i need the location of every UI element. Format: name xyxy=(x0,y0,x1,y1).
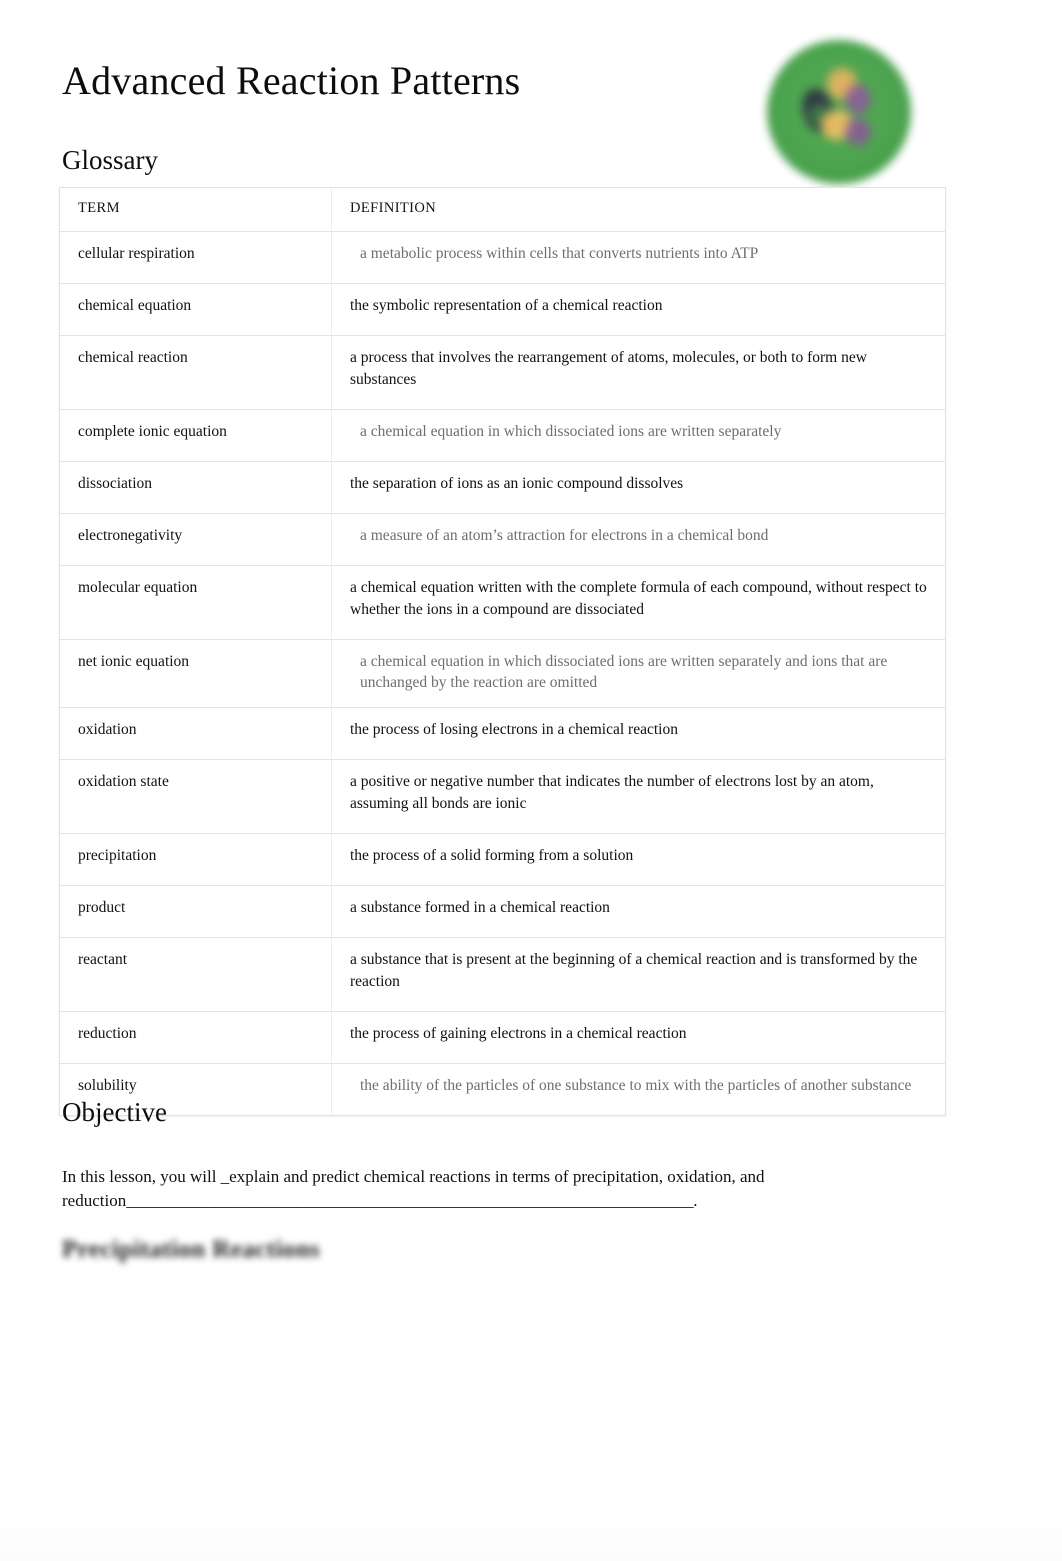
term-cell: precipitation xyxy=(60,833,332,886)
definition-cell: the symbolic representation of a chemica… xyxy=(332,283,945,336)
table-row: precipitation the process of a solid for… xyxy=(60,833,945,886)
precipitation-reactions-heading: Precipitation Reactions xyxy=(62,1236,321,1263)
definition-cell: the process of losing electrons in a che… xyxy=(332,707,945,760)
table-row: oxidation the process of losing electron… xyxy=(60,707,945,760)
definition-cell: a chemical equation in which dissociated… xyxy=(332,409,945,462)
objective-heading: Objective xyxy=(62,1097,167,1127)
table-row: product a substance formed in a chemical… xyxy=(60,885,945,938)
table-row: complete ionic equation a chemical equat… xyxy=(60,409,945,462)
glossary-table-container: TERM DEFINITION cellular respiration a m… xyxy=(60,188,945,1115)
term-cell: molecular equation xyxy=(60,565,332,640)
objective-lead-text: In this lesson, you will xyxy=(62,1167,221,1186)
term-cell: oxidation xyxy=(60,707,332,760)
definition-cell: the separation of ions as an ionic compo… xyxy=(332,461,945,514)
term-cell: reactant xyxy=(60,937,332,1012)
table-header-row: TERM DEFINITION xyxy=(60,188,945,232)
page-title: Advanced Reaction Patterns xyxy=(62,58,521,103)
logo-shape-purple-bottom xyxy=(845,118,871,146)
definition-cell: a substance formed in a chemical reactio… xyxy=(332,885,945,938)
glossary-table: TERM DEFINITION cellular respiration a m… xyxy=(60,188,945,1115)
table-row: solubility the ability of the particles … xyxy=(60,1063,945,1115)
term-cell: chemical reaction xyxy=(60,335,332,410)
glossary-heading: Glossary xyxy=(62,145,158,175)
definition-cell: a process that involves the rearrangemen… xyxy=(332,335,945,410)
definition-cell: a chemical equation in which dissociated… xyxy=(332,639,945,708)
term-cell: chemical equation xyxy=(60,283,332,336)
definition-cell: a metabolic process within cells that co… xyxy=(332,231,945,284)
table-row: net ionic equation a chemical equation i… xyxy=(60,639,945,708)
definition-cell: the process of a solid forming from a so… xyxy=(332,833,945,886)
table-row: cellular respiration a metabolic process… xyxy=(60,231,945,284)
term-cell: electronegativity xyxy=(60,513,332,566)
logo-shape-purple-top xyxy=(845,84,871,114)
definition-cell: the ability of the particles of one subs… xyxy=(332,1063,945,1115)
term-cell: complete ionic equation xyxy=(60,409,332,462)
term-cell: cellular respiration xyxy=(60,231,332,284)
table-row: reduction the process of gaining electro… xyxy=(60,1011,945,1064)
table-row: oxidation state a positive or negative n… xyxy=(60,759,945,834)
table-row: electronegativity a measure of an atom’s… xyxy=(60,513,945,566)
term-cell: reduction xyxy=(60,1011,332,1064)
definition-cell: a measure of an atom’s attraction for el… xyxy=(332,513,945,566)
column-header-term: TERM xyxy=(60,188,332,232)
table-row: chemical reaction a process that involve… xyxy=(60,335,945,410)
table-row: chemical equation the symbolic represent… xyxy=(60,283,945,336)
green-circle-molecule-logo-icon xyxy=(765,38,913,186)
term-cell: oxidation state xyxy=(60,759,332,834)
table-row: reactant a substance that is present at … xyxy=(60,937,945,1012)
definition-cell: the process of gaining electrons in a ch… xyxy=(332,1011,945,1064)
objective-period: . xyxy=(693,1191,698,1211)
term-cell: dissociation xyxy=(60,461,332,514)
objective-blank-line: ________________________________________… xyxy=(126,1191,694,1211)
glossary-table-body: cellular respiration a metabolic process… xyxy=(60,231,945,1115)
objective-sentence: In this lesson, you will _explain and pr… xyxy=(62,1165,942,1213)
term-cell: net ionic equation xyxy=(60,639,332,708)
definition-cell: a substance that is present at the begin… xyxy=(332,937,945,1012)
definition-cell: a positive or negative number that indic… xyxy=(332,759,945,834)
definition-cell: a chemical equation written with the com… xyxy=(332,565,945,640)
document-page: Advanced Reaction Patterns Glossary TERM… xyxy=(0,0,1062,1561)
table-row: molecular equation a chemical equation w… xyxy=(60,565,945,640)
table-row: dissociation the separation of ions as a… xyxy=(60,461,945,514)
column-header-definition: DEFINITION xyxy=(332,188,945,232)
term-cell: product xyxy=(60,885,332,938)
